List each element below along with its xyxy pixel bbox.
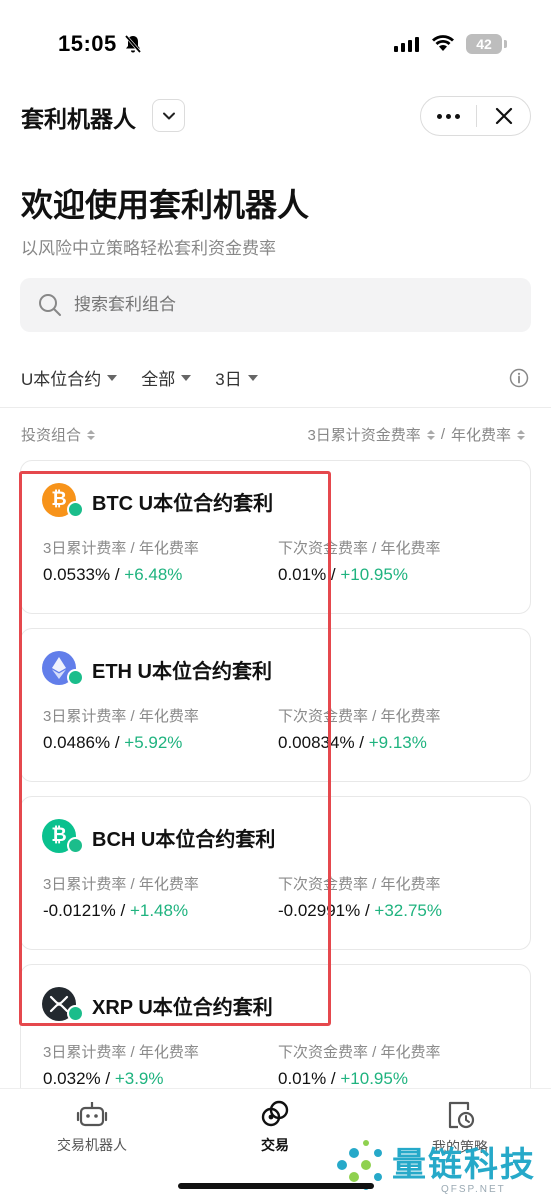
search-bar[interactable] <box>20 278 531 332</box>
rate-value: 0.0533% / <box>43 565 125 584</box>
column-rates[interactable]: 3日累计资金费率 / 年化费率 <box>307 424 525 445</box>
trade-icon <box>261 1100 289 1127</box>
card-title: BCH U本位合约套利 <box>92 829 276 851</box>
annual-yield: +10.95% <box>340 1069 408 1088</box>
info-icon[interactable] <box>509 368 529 388</box>
rate-value: 0.01% / <box>278 1069 341 1088</box>
next-rate-value: 0.01% / +10.95% <box>278 1069 408 1088</box>
app-title: 套利机器人 <box>21 106 136 132</box>
scope-filter[interactable]: 全部 <box>141 365 192 390</box>
nav-trading-bots[interactable]: 交易机器人 <box>52 1099 132 1155</box>
next-rate-value: 0.01% / +10.95% <box>278 565 408 585</box>
diamond-badge-icon <box>67 501 84 518</box>
search-icon <box>39 294 61 316</box>
diamond-badge-icon <box>67 837 84 854</box>
portfolio-list: ₿ BTC U本位合约套利 3日累计费率 / 年化费率 0.0533% / +6… <box>20 460 531 1088</box>
sort-icon <box>87 429 96 440</box>
cell-signal-icon <box>394 36 419 52</box>
next-rate-label: 下次资金费率 / 年化费率 <box>278 708 441 725</box>
portfolio-card-eth[interactable]: ETH U本位合约套利 3日累计费率 / 年化费率 0.0486% / +5.9… <box>20 628 531 782</box>
annual-yield: +9.13% <box>368 733 427 752</box>
cumulative-rate-label: 3日累计费率 / 年化费率 <box>43 876 199 893</box>
column-portfolio-label: 投资组合 <box>21 427 82 444</box>
title-dropdown-button[interactable] <box>152 99 185 132</box>
sort-icon <box>426 429 435 440</box>
rate-value: 0.0486% / <box>43 733 125 752</box>
annual-yield: +5.92% <box>124 733 183 752</box>
cumulative-rate-value: 0.0533% / +6.48% <box>43 565 182 585</box>
card-title: XRP U本位合约套利 <box>92 997 273 1019</box>
rate-value: 0.032% / <box>43 1069 115 1088</box>
card-title: ETH U本位合约套利 <box>92 661 272 683</box>
more-dot <box>455 113 460 119</box>
card-title: BTC U本位合约套利 <box>92 493 274 515</box>
caret-down-icon <box>181 374 192 381</box>
status-time: 15:05 <box>58 31 117 56</box>
annual-yield: +1.48% <box>129 901 189 920</box>
home-indicator[interactable] <box>178 1183 374 1189</box>
scope-label: 全部 <box>141 370 176 389</box>
status-bar: 15:05 42 <box>0 0 551 90</box>
rate-value: -0.02991% / <box>278 901 375 920</box>
cumulative-rate-value: 0.032% / +3.9% <box>43 1069 164 1088</box>
annual-yield: +32.75% <box>374 901 442 920</box>
wifi-icon <box>432 35 454 51</box>
search-input[interactable] <box>74 295 474 315</box>
annual-yield: +3.9% <box>114 1069 164 1088</box>
battery-level: 42 <box>476 36 492 52</box>
column-separator: / <box>440 426 445 443</box>
period-label: 3日 <box>215 370 242 389</box>
portfolio-card-bch[interactable]: ₿ BCH U本位合约套利 3日累计费率 / 年化费率 -0.0121% / +… <box>20 796 531 950</box>
rate-value: 0.00834% / <box>278 733 369 752</box>
column-annual-label: 年化费率 <box>450 427 511 444</box>
cumulative-rate-label: 3日累计费率 / 年化费率 <box>43 540 199 557</box>
battery-icon: 42 <box>466 34 507 54</box>
chevron-down-icon <box>162 112 175 119</box>
next-rate-value: 0.00834% / +9.13% <box>278 733 427 753</box>
next-rate-label: 下次资金费率 / 年化费率 <box>278 540 441 557</box>
diamond-badge-icon <box>67 669 84 686</box>
diamond-badge-icon <box>67 1005 84 1022</box>
cumulative-rate-label: 3日累计费率 / 年化费率 <box>43 708 199 725</box>
next-rate-label: 下次资金费率 / 年化费率 <box>278 1044 441 1061</box>
filter-bar: U本位合约 全部 3日 <box>21 365 258 390</box>
divider <box>0 407 551 408</box>
next-rate-value: -0.02991% / +32.75% <box>278 901 442 921</box>
bell-off-icon <box>124 35 142 53</box>
period-filter[interactable]: 3日 <box>215 365 258 390</box>
rate-value: 0.01% / <box>278 565 341 584</box>
portfolio-card-xrp[interactable]: XRP U本位合约套利 3日累计费率 / 年化费率 0.032% / +3.9%… <box>20 964 531 1088</box>
nav-label: 交易 <box>261 1137 289 1153</box>
more-button[interactable] <box>421 97 476 135</box>
annual-yield: +10.95% <box>340 565 408 584</box>
robot-icon <box>76 1102 108 1127</box>
portfolio-card-btc[interactable]: ₿ BTC U本位合约套利 3日累计费率 / 年化费率 0.0533% / +6… <box>20 460 531 614</box>
header-actions <box>420 96 531 136</box>
nav-trade[interactable]: 交易 <box>235 1099 315 1155</box>
more-dot <box>437 113 442 119</box>
page-title: 欢迎使用套利机器人 <box>21 187 310 223</box>
watermark-text: 量链科技 <box>392 1146 536 1184</box>
cumulative-rate-value: -0.0121% / +1.48% <box>43 901 188 921</box>
cumulative-rate-label: 3日累计费率 / 年化费率 <box>43 1044 199 1061</box>
contract-type-filter[interactable]: U本位合约 <box>21 365 118 390</box>
column-funding-label: 3日累计资金费率 <box>307 427 421 444</box>
close-button[interactable] <box>477 97 530 135</box>
cumulative-rate-value: 0.0486% / +5.92% <box>43 733 182 753</box>
sort-icon <box>517 429 525 440</box>
annual-yield: +6.48% <box>124 565 183 584</box>
more-dot <box>446 113 451 119</box>
column-portfolio[interactable]: 投资组合 <box>21 424 96 445</box>
page-subtitle: 以风险中立策略轻松套利资金费率 <box>21 239 276 258</box>
watermark-subtext: QFSP.NET <box>441 1184 506 1195</box>
history-document-icon <box>448 1101 475 1129</box>
contract-type-label: U本位合约 <box>21 370 102 389</box>
caret-down-icon <box>247 374 258 381</box>
next-rate-label: 下次资金费率 / 年化费率 <box>278 876 441 893</box>
rate-value: -0.0121% / <box>43 901 130 920</box>
caret-down-icon <box>107 374 118 381</box>
nav-label: 交易机器人 <box>57 1137 127 1153</box>
close-icon <box>495 107 512 125</box>
